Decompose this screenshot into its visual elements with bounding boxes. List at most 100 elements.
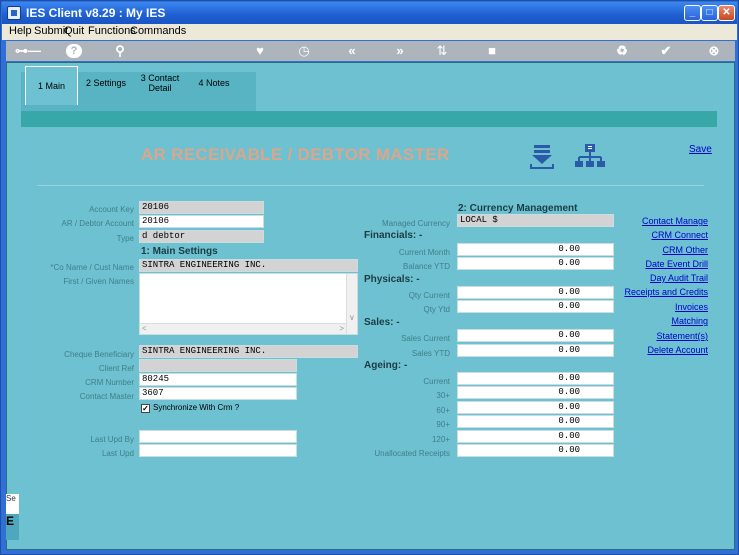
ageing-120-field[interactable]: 0.00 — [457, 430, 614, 443]
page-title: AR RECEIVABLE / DEBTOR MASTER — [141, 145, 450, 164]
contact-master-field[interactable]: 3607 — [139, 387, 297, 400]
contact-manage-link[interactable]: Contact Manage — [642, 216, 708, 226]
menu-bar: Help Submit Quit Functions Commands — [2, 24, 737, 40]
toolbar: ⊶— ? ⚲ ♥ ◷ « » ⇅ ■ ♻ ✔ ⊗ — [6, 41, 735, 61]
ageing-heading: Ageing: - — [364, 360, 408, 371]
receipts-and-credits-link[interactable]: Receipts and Credits — [624, 287, 708, 297]
sales-ytd-field[interactable]: 0.00 — [457, 344, 614, 357]
side-panel-top[interactable]: Se — [6, 494, 19, 514]
day-audit-trail-link[interactable]: Day Audit Trail — [650, 273, 708, 283]
physicals-heading: Physicals: - — [364, 274, 420, 285]
statements-link[interactable]: Statement(s) — [656, 331, 708, 341]
ar-debtor-account-label: AR / Debtor Account — [61, 219, 134, 228]
managed-currency-field[interactable]: LOCAL $ — [457, 214, 614, 227]
sync-crm-label: Synchronize With Crm ? — [153, 403, 240, 412]
minimize-button[interactable]: _ — [684, 5, 701, 21]
account-key-field[interactable]: 20106 — [139, 201, 264, 214]
ar-debtor-account-field[interactable]: 20106 — [139, 215, 264, 228]
unallocated-receipts-field[interactable]: 0.00 — [457, 444, 614, 457]
balance-ytd-field[interactable]: 0.00 — [457, 257, 614, 270]
client-ref-field[interactable] — [139, 359, 297, 372]
sync-crm-checkbox[interactable]: ✓ — [141, 404, 150, 413]
managed-currency-label: Managed Currency — [381, 219, 450, 228]
tab-main[interactable]: 1 Main — [25, 66, 78, 105]
scroll-down-icon[interactable]: ∨ — [349, 313, 355, 322]
help-icon[interactable]: ? — [66, 44, 82, 58]
maximize-button[interactable]: □ — [701, 5, 718, 21]
account-key-label: Account Key — [89, 205, 134, 214]
unallocated-receipts-label: Unallocated Receipts — [374, 449, 450, 458]
first-names-memo[interactable]: ∨ < > — [139, 273, 358, 335]
close-icon[interactable]: ⊗ — [706, 43, 722, 59]
close-window-button[interactable]: ✕ — [718, 5, 735, 21]
download-icon[interactable] — [528, 143, 556, 171]
key-icon[interactable]: ⊶— — [10, 43, 46, 59]
heart-icon[interactable]: ♥ — [252, 43, 268, 59]
save-link[interactable]: Save — [689, 144, 712, 155]
sales-heading: Sales: - — [364, 317, 400, 328]
contact-master-label: Contact Master — [79, 392, 134, 401]
app-icon — [7, 6, 21, 20]
type-field[interactable]: d debtor — [139, 230, 264, 243]
main-content: 1 Main 2 Settings 3 Contact Detail 4 Not… — [6, 62, 735, 550]
ageing-90-field[interactable]: 0.00 — [457, 415, 614, 428]
ageing-30-label: 30+ — [436, 391, 450, 400]
menu-quit[interactable]: Quit — [64, 25, 84, 37]
co-name-field[interactable]: SINTRA ENGINEERING INC. — [139, 259, 358, 272]
main-settings-heading: 1: Main Settings — [141, 246, 218, 257]
hierarchy-icon[interactable] — [574, 143, 606, 171]
last-upd-by-field[interactable] — [139, 430, 297, 443]
type-label: Type — [116, 234, 134, 243]
check-icon[interactable]: ✔ — [658, 43, 674, 59]
window-title: IES Client v8.29 : My IES — [26, 6, 166, 20]
delete-account-link[interactable]: Delete Account — [647, 345, 708, 355]
ageing-120-label: 120+ — [431, 435, 450, 444]
qty-ytd-field[interactable]: 0.00 — [457, 300, 614, 313]
fast-forward-icon[interactable]: » — [390, 43, 410, 59]
rewind-icon[interactable]: « — [342, 43, 362, 59]
clock-icon[interactable]: ◷ — [296, 43, 312, 59]
currency-heading: 2: Currency Management — [458, 203, 578, 214]
client-ref-label: Client Ref — [98, 364, 134, 373]
invoices-link[interactable]: Invoices — [675, 302, 708, 312]
menu-help[interactable]: Help — [9, 25, 32, 37]
cheque-beneficiary-field[interactable]: SINTRA ENGINEERING INC. — [139, 345, 358, 358]
tab-settings-label: 2 Settings — [85, 78, 127, 88]
menu-functions[interactable]: Functions — [88, 25, 136, 37]
sales-ytd-label: Sales YTD — [411, 349, 450, 358]
memo-vertical-scrollbar[interactable]: ∨ — [346, 274, 357, 334]
stop-icon[interactable]: ■ — [484, 43, 500, 59]
side-panel-bottom[interactable]: E — [6, 514, 19, 540]
menu-commands[interactable]: Commands — [130, 25, 186, 37]
tab-contact-detail-label: 3 Contact Detail — [140, 73, 180, 93]
tab-band — [21, 111, 717, 127]
qty-ytd-label: Qty Ytd — [423, 305, 450, 314]
last-upd-by-label: Last Upd By — [90, 435, 134, 444]
sales-current-label: Sales Current — [401, 334, 450, 343]
last-upd-field[interactable] — [139, 444, 297, 457]
crm-number-field[interactable]: 80245 — [139, 373, 297, 386]
first-names-label: First / Given Names — [63, 277, 134, 286]
sort-icon[interactable]: ⇅ — [434, 43, 450, 59]
current-month-field[interactable]: 0.00 — [457, 243, 614, 256]
crm-other-link[interactable]: CRM Other — [662, 245, 708, 255]
ageing-current-field[interactable]: 0.00 — [457, 372, 614, 385]
scroll-left-icon[interactable]: < — [142, 324, 147, 333]
tab-contact-detail[interactable]: 3 Contact Detail — [135, 66, 185, 100]
crm-connect-link[interactable]: CRM Connect — [651, 230, 708, 240]
divider — [37, 185, 704, 186]
ageing-60-field[interactable]: 0.00 — [457, 401, 614, 414]
qty-current-field[interactable]: 0.00 — [457, 286, 614, 299]
ageing-current-label: Current — [423, 377, 450, 386]
date-event-drill-link[interactable]: Date Event Drill — [645, 259, 708, 269]
memo-horizontal-scrollbar[interactable]: < > — [140, 323, 346, 334]
sales-current-field[interactable]: 0.00 — [457, 329, 614, 342]
matching-link[interactable]: Matching — [671, 316, 708, 326]
ageing-30-field[interactable]: 0.00 — [457, 386, 614, 399]
financials-heading: Financials: - — [364, 230, 423, 241]
search-icon[interactable]: ⚲ — [112, 43, 128, 59]
scroll-right-icon[interactable]: > — [339, 324, 344, 333]
recycle-icon[interactable]: ♻ — [614, 43, 630, 59]
tab-settings[interactable]: 2 Settings — [81, 66, 131, 100]
tab-notes[interactable]: 4 Notes — [189, 66, 239, 100]
